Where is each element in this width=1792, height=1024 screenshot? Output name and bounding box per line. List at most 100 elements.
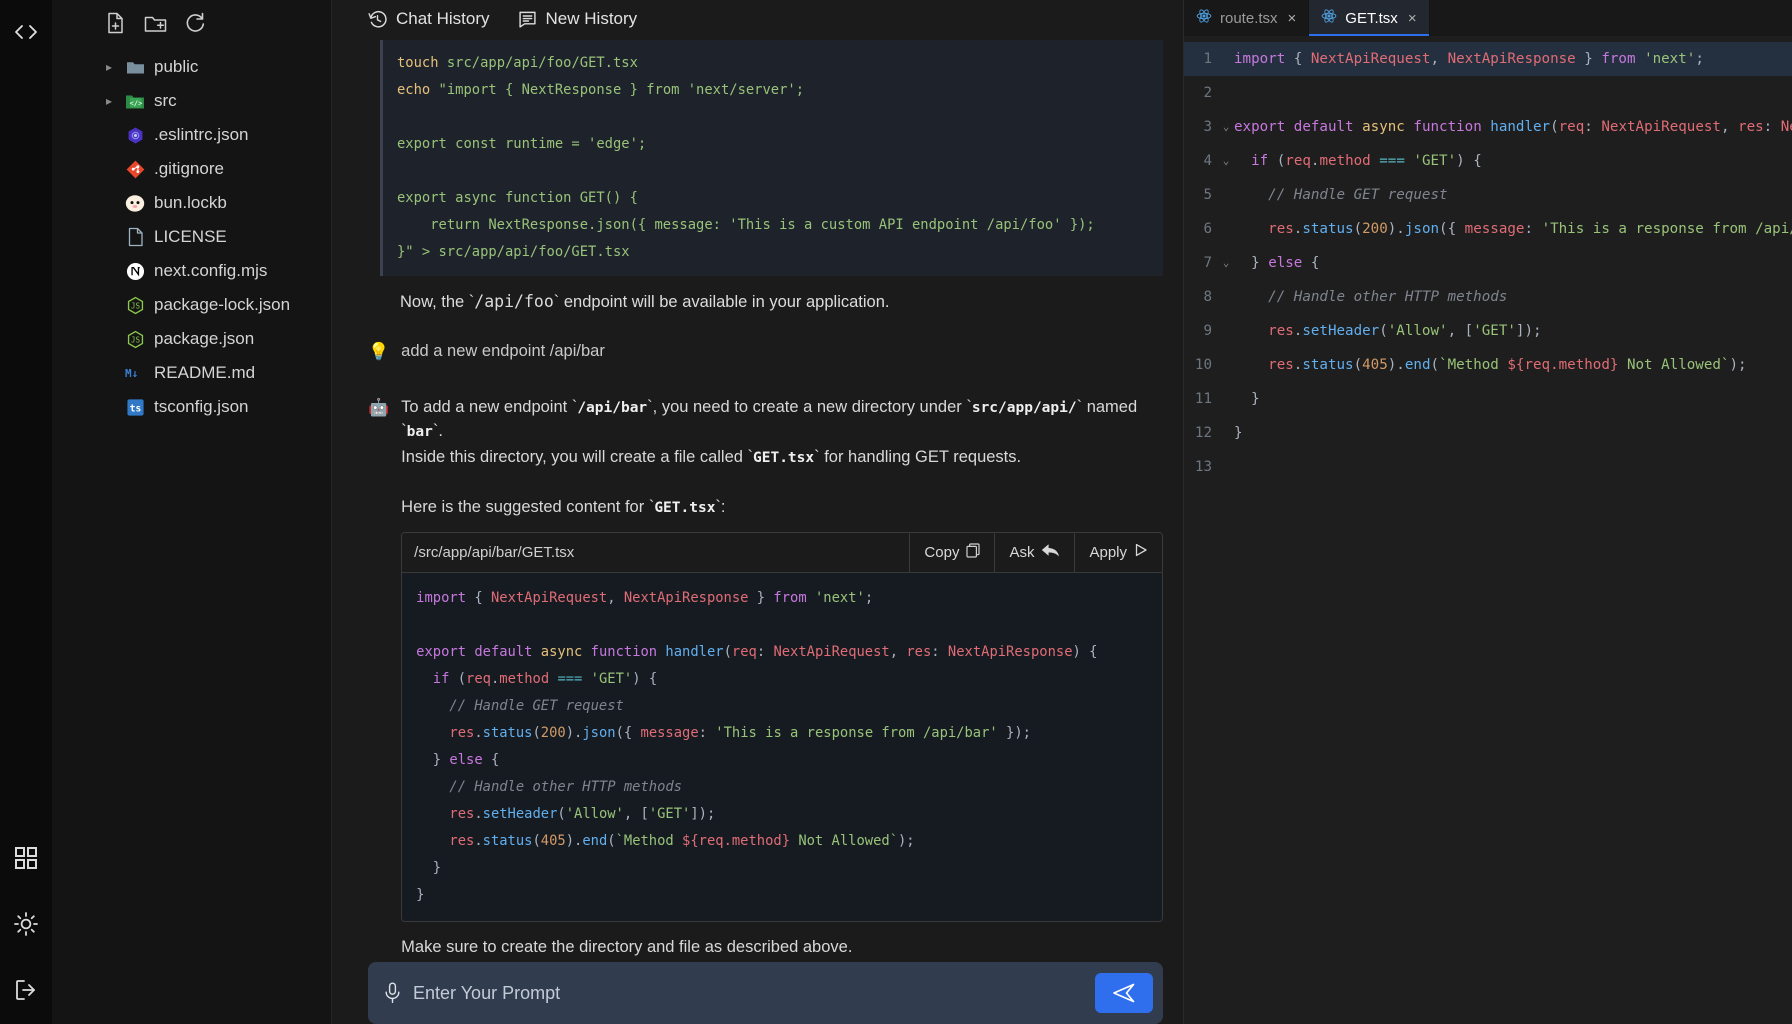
send-button[interactable] [1095,973,1153,1013]
editor-line: 5 // Handle GET request [1184,178,1792,212]
code-brackets-icon[interactable] [8,14,44,50]
refresh-button[interactable] [185,12,206,34]
markdown-icon: M↓ [124,362,146,384]
new-file-button[interactable] [106,12,126,34]
inline-code: GET.tsx [753,450,814,466]
line-code: res.status(405).end(`Method ${req.method… [1234,348,1792,382]
fold-toggle[interactable]: ⌄ [1218,250,1234,276]
inline-code: /api/bar [577,400,647,416]
folder-icon [124,56,146,78]
reply-arrow-icon [1041,543,1060,562]
user-message-text: add a new endpoint /api/bar [401,340,605,364]
chat-history-button[interactable]: Chat History [368,9,490,29]
sign-out-icon[interactable] [8,972,44,1008]
grid-apps-icon[interactable] [8,840,44,876]
editor-line: 11 } [1184,382,1792,416]
file-row-eslintrc[interactable]: ▸ .eslintrc.json [52,118,331,152]
prompt-input[interactable] [413,983,1083,1004]
close-icon[interactable]: × [1408,10,1417,27]
react-icon [1196,8,1212,28]
line-code: // Handle other HTTP methods [1234,280,1792,314]
copy-button[interactable]: Copy [909,533,994,572]
theme-brightness-icon[interactable] [8,906,44,942]
app-root: ▸ public ▸ </> src ▸ [0,0,1792,1024]
editor-code-area[interactable]: 1 import { NextApiRequest, NextApiRespon… [1184,36,1792,1024]
line-number: 7 [1184,246,1218,280]
file-row-package-json[interactable]: ▸ JS package.json [52,322,331,356]
file-label: tsconfig.json [154,397,249,417]
file-label: package-lock.json [154,295,290,315]
nodejs-icon: JS [124,328,146,350]
file-row-tsconfig[interactable]: ▸ ts tsconfig.json [52,390,331,424]
shell-code-block: touch src/app/api/foo/GET.tsx echo "impo… [380,40,1163,276]
code-card: /src/app/api/bar/GET.tsx Copy [401,532,1163,922]
apply-button-label: Apply [1089,544,1127,561]
editor-line: 9 res.setHeader('Allow', ['GET']); [1184,314,1792,348]
microphone-icon[interactable] [384,982,401,1004]
line-number: 1 [1184,42,1218,76]
editor-line: 4 ⌄ if (req.method === 'GET') { [1184,144,1792,178]
chevron-right-icon[interactable]: ▸ [102,60,116,74]
code-card-path: /src/app/api/bar/GET.tsx [402,533,909,572]
file-row-gitignore[interactable]: ▸ .gitignore [52,152,331,186]
prompt-bar[interactable] [368,962,1163,1024]
assistant-paragraph-1: To add a new endpoint `/api/bar`, you ne… [401,396,1163,444]
close-icon[interactable]: × [1288,10,1297,27]
file-row-bun-lockb[interactable]: ▸ bun.lockb [52,186,331,220]
file-label: LICENSE [154,227,227,247]
code-card-body: import { NextApiRequest, NextApiResponse… [402,573,1162,921]
document-icon [124,226,146,248]
file-row-readme[interactable]: ▸ M↓ README.md [52,356,331,390]
chat-history-label: Chat History [396,9,490,29]
line-code: res.status(200).json({ message: 'This is… [1234,212,1792,246]
file-label: next.config.mjs [154,261,267,281]
file-row-package-lock-json[interactable]: ▸ JS package-lock.json [52,288,331,322]
svg-text:</>: </> [130,99,143,107]
fold-toggle[interactable]: ⌄ [1218,114,1234,140]
line-code: if (req.method === 'GET') { [1234,144,1792,178]
inline-code: GET.tsx [654,500,715,516]
assistant-closing-text: Make sure to create the directory and fi… [401,936,1163,960]
file-row-src[interactable]: ▸ </> src [52,84,331,118]
apply-button[interactable]: Apply [1074,533,1162,572]
bun-icon [124,192,146,214]
chat-panel: Chat History New History touch src/app/a… [332,0,1184,1024]
file-explorer: ▸ public ▸ </> src ▸ [52,0,332,1024]
chevron-right-icon[interactable]: ▸ [102,94,116,108]
tab-get-tsx[interactable]: GET.tsx × [1309,0,1429,36]
chat-header: Chat History New History [332,0,1183,38]
ask-button[interactable]: Ask [994,533,1074,572]
line-number: 10 [1184,348,1218,382]
nodejs-icon: JS [124,294,146,316]
nextjs-icon [124,260,146,282]
ask-button-label: Ask [1009,544,1034,561]
file-label: public [154,57,198,77]
editor-panel: route.tsx × GET.tsx × 1 [1184,0,1792,1024]
file-label: .gitignore [154,159,224,179]
file-row-license[interactable]: ▸ LICENSE [52,220,331,254]
inline-code: /api/foo [474,292,553,311]
editor-line: 1 import { NextApiRequest, NextApiRespon… [1184,42,1792,76]
chat-message-list[interactable]: touch src/app/api/foo/GET.tsx echo "impo… [332,38,1183,962]
line-number: 11 [1184,382,1218,416]
svg-text:JS: JS [130,335,140,344]
assistant-paragraph-3: Here is the suggested content for `GET.t… [401,496,1163,520]
line-number: 9 [1184,314,1218,348]
tab-route-tsx[interactable]: route.tsx × [1184,0,1309,36]
line-code: import { NextApiRequest, NextApiResponse… [1234,42,1792,76]
svg-text:JS: JS [130,301,140,310]
editor-line: 6 res.status(200).json({ message: 'This … [1184,212,1792,246]
activity-bar-bottom [8,840,44,1008]
line-number: 3 [1184,110,1218,144]
editor-line: 8 // Handle other HTTP methods [1184,280,1792,314]
svg-text:M↓: M↓ [125,367,138,380]
line-code: } else { [1234,246,1792,280]
typescript-icon: ts [124,396,146,418]
explorer-toolbar [52,4,331,44]
fold-toggle[interactable]: ⌄ [1218,148,1234,174]
file-row-public[interactable]: ▸ public [52,50,331,84]
new-history-button[interactable]: New History [518,9,638,29]
editor-line: 13 [1184,450,1792,484]
file-row-next-config[interactable]: ▸ next.config.mjs [52,254,331,288]
new-folder-button[interactable] [144,13,167,33]
